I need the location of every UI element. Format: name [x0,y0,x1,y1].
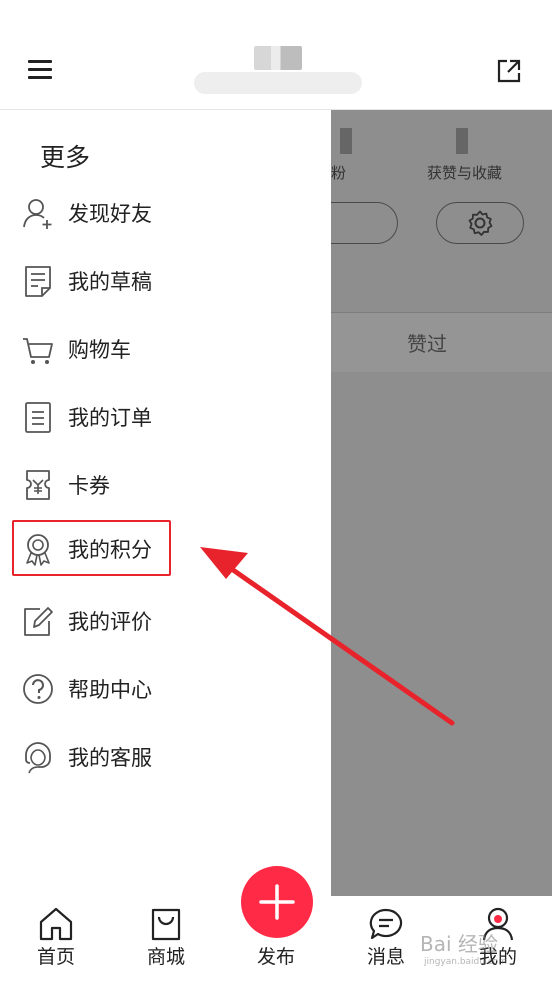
blurred-username [254,46,302,70]
menu-item-drafts[interactable]: 我的草稿 [0,256,331,308]
stat-likes-label: 获赞与收藏 [427,164,503,182]
add-user-icon [23,199,52,229]
tab-publish-label: 发布 [256,946,295,968]
menu-item-label: 帮助中心 [68,678,152,702]
hamburger-icon[interactable] [28,58,54,80]
tab-messages[interactable]: 消息 [346,896,426,981]
help-icon [23,674,53,704]
side-drawer: 更多 发现好友 我的草稿 购物车 我的订单 卡券 我的积分 我的评价 帮助中心 … [0,110,331,896]
stat-fans-label: 粉 [331,164,347,182]
plus-icon [259,884,295,920]
tab-mall[interactable]: 商城 [126,896,206,981]
menu-item-customer-service[interactable]: 我的客服 [0,732,331,784]
menu-item-label: 我的草稿 [68,270,152,294]
blurred-user-id [194,72,362,94]
tab-label: 商城 [146,946,185,968]
customer-service-icon [25,742,51,774]
menu-item-label: 我的评价 [68,610,152,634]
menu-item-label: 卡券 [68,474,110,498]
menu-item-cart[interactable]: 购物车 [0,324,331,376]
share-external-icon[interactable] [496,58,522,84]
coupon-icon [26,470,50,500]
annotation-arrow [200,547,455,726]
menu-item-orders[interactable]: 我的订单 [0,392,331,444]
cart-icon [23,338,53,364]
order-icon [25,402,51,433]
drawer-title: 更多 [40,143,91,172]
menu-item-label: 我的订单 [68,406,152,430]
message-icon [369,908,403,940]
menu-item-label: 发现好友 [68,202,152,226]
menu-item-label: 购物车 [68,338,131,362]
review-edit-icon [24,607,53,636]
draft-icon [25,266,51,297]
annotation-highlight-box [12,520,171,576]
home-icon [39,907,73,941]
tab-label: 首页 [36,946,75,968]
menu-item-coupons[interactable]: 卡券 [0,460,331,512]
tab-praised-label: 赞过 [407,332,447,356]
tab-label: 消息 [366,946,405,968]
watermark-url: jingyan.baidu.com [424,957,508,967]
shopping-bag-icon [151,908,181,941]
watermark: Bai 经验 jingyan.baidu.com [420,928,507,967]
tab-home[interactable]: 首页 [16,896,96,981]
app-header [0,0,552,110]
settings-button[interactable] [436,202,524,244]
gear-icon [468,210,493,236]
blurred-stat-value [340,128,352,154]
publish-button[interactable] [241,866,313,938]
menu-item-discover-friends[interactable]: 发现好友 [0,188,331,240]
watermark-brand: Bai 经验 [420,932,498,956]
blurred-stat-value [456,128,468,154]
menu-item-label: 我的客服 [68,746,152,770]
